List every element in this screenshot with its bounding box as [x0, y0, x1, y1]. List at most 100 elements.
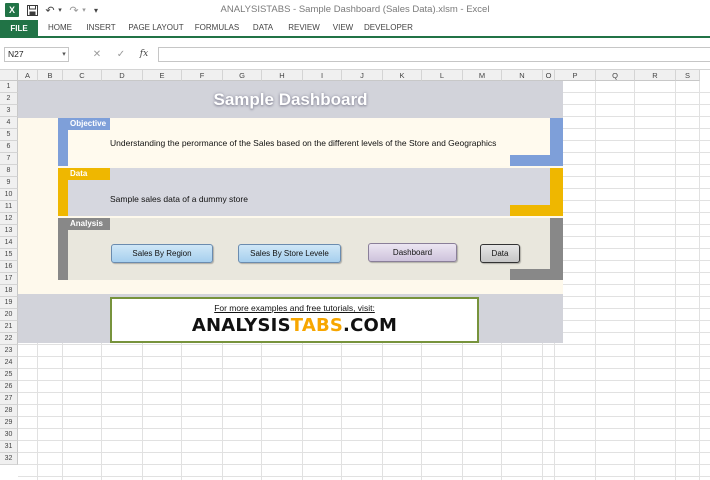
row-header-29[interactable]: 29 [0, 417, 18, 429]
formula-bar-divider [78, 47, 79, 62]
enter-icon[interactable]: ✓ [114, 46, 128, 63]
row-header-4[interactable]: 4 [0, 117, 18, 129]
brand-accent: TABS [290, 315, 344, 336]
cancel-icon[interactable]: ✕ [90, 46, 104, 63]
row-header-17[interactable]: 17 [0, 273, 18, 285]
dashboard-button[interactable]: Dashboard [368, 243, 457, 262]
row-header-6[interactable]: 6 [0, 141, 18, 153]
row-header-30[interactable]: 30 [0, 429, 18, 441]
column-header-r[interactable]: R [635, 70, 676, 81]
tab-home[interactable]: HOME [44, 20, 76, 36]
row-header-24[interactable]: 24 [0, 357, 18, 369]
row-header-3[interactable]: 3 [0, 105, 18, 117]
row-header-31[interactable]: 31 [0, 441, 18, 453]
tab-review[interactable]: REVIEW [287, 20, 321, 36]
column-header-n[interactable]: N [502, 70, 543, 81]
data-label: Data [58, 168, 110, 180]
data-section [58, 168, 563, 216]
column-header-c[interactable]: C [63, 70, 102, 81]
save-icon[interactable] [26, 3, 38, 17]
column-header-m[interactable]: M [463, 70, 502, 81]
tab-data[interactable]: DATA [249, 20, 277, 36]
sales-by-region-button[interactable]: Sales By Region [111, 244, 213, 263]
row-header-22[interactable]: 22 [0, 333, 18, 345]
column-header-o[interactable]: O [543, 70, 555, 81]
select-all-corner[interactable] [0, 70, 18, 81]
tab-developer[interactable]: DEVELOPER [364, 20, 413, 36]
column-header-k[interactable]: K [383, 70, 422, 81]
row-header-5[interactable]: 5 [0, 129, 18, 141]
gridline [595, 81, 596, 480]
column-header-a[interactable]: A [18, 70, 38, 81]
redo-dropdown-icon[interactable]: ▾ [80, 3, 88, 17]
formula-input[interactable] [158, 47, 710, 62]
data-text: Sample sales data of a dummy store [110, 194, 248, 204]
formula-bar: N27 ▾ ✕ ✓ fx [0, 40, 710, 70]
row-header-10[interactable]: 10 [0, 189, 18, 201]
sales-by-store-level-button[interactable]: Sales By Store Levele [238, 244, 341, 263]
row-header-16[interactable]: 16 [0, 261, 18, 273]
undo-icon[interactable]: ↶ [44, 3, 56, 17]
column-header-q[interactable]: Q [596, 70, 635, 81]
tab-page-layout[interactable]: PAGE LAYOUT [128, 20, 184, 36]
name-box-dropdown-icon[interactable]: ▾ [59, 47, 69, 62]
tab-insert[interactable]: INSERT [84, 20, 118, 36]
column-header-i[interactable]: I [303, 70, 342, 81]
row-header-2[interactable]: 2 [0, 93, 18, 105]
gridline [699, 81, 700, 480]
column-header-d[interactable]: D [102, 70, 143, 81]
row-header-12[interactable]: 12 [0, 213, 18, 225]
column-header-l[interactable]: L [422, 70, 463, 81]
row-header-13[interactable]: 13 [0, 225, 18, 237]
gridline [675, 81, 676, 480]
column-header-p[interactable]: P [555, 70, 596, 81]
column-header-g[interactable]: G [223, 70, 262, 81]
brand-prefix: ANALYSIS [191, 315, 291, 336]
row-header-14[interactable]: 14 [0, 237, 18, 249]
window-title: ANALYSISTABS - Sample Dashboard (Sales D… [220, 4, 490, 15]
row-header-9[interactable]: 9 [0, 177, 18, 189]
brand-suffix: .COM [343, 315, 398, 336]
title-bar: X ↶ ▾ ↷ ▾ ▾ ANALYSISTABS - Sample Dashbo… [0, 0, 710, 20]
row-header-25[interactable]: 25 [0, 369, 18, 381]
analysis-label: Analysis [58, 218, 110, 230]
column-header-s[interactable]: S [676, 70, 700, 81]
row-header-21[interactable]: 21 [0, 321, 18, 333]
column-header-f[interactable]: F [182, 70, 223, 81]
excel-logo-icon: X [5, 3, 19, 17]
row-header-28[interactable]: 28 [0, 405, 18, 417]
tab-view[interactable]: VIEW [330, 20, 356, 36]
objective-corner-bracket-foot [510, 155, 563, 166]
excel-window: X ↶ ▾ ↷ ▾ ▾ ANALYSISTABS - Sample Dashbo… [0, 0, 710, 480]
row-header-26[interactable]: 26 [0, 381, 18, 393]
promo-caption[interactable]: For more examples and free tutorials, vi… [110, 303, 479, 313]
column-header-j[interactable]: J [342, 70, 383, 81]
column-header-b[interactable]: B [38, 70, 63, 81]
dashboard-title: Sample Dashboard [213, 90, 368, 109]
row-header-7[interactable]: 7 [0, 153, 18, 165]
row-header-1[interactable]: 1 [0, 81, 18, 93]
objective-text: Understanding the perormance of the Sale… [110, 138, 497, 148]
row-header-15[interactable]: 15 [0, 249, 18, 261]
row-header-20[interactable]: 20 [0, 309, 18, 321]
data-corner-bracket-foot [510, 205, 563, 216]
data-button[interactable]: Data [480, 244, 520, 263]
row-header-23[interactable]: 23 [0, 345, 18, 357]
column-header-e[interactable]: E [143, 70, 182, 81]
row-header-11[interactable]: 11 [0, 201, 18, 213]
redo-icon[interactable]: ↷ [68, 3, 80, 17]
row-header-32[interactable]: 32 [0, 453, 18, 465]
analysis-corner-bracket-foot [510, 269, 563, 280]
gridline [634, 81, 635, 480]
insert-function-icon[interactable]: fx [137, 46, 151, 63]
promo-brand-link[interactable]: ANALYSISTABS.COM [110, 315, 479, 336]
customize-toolbar-icon[interactable]: ▾ [92, 3, 100, 17]
tab-file[interactable]: FILE [0, 20, 38, 38]
row-header-27[interactable]: 27 [0, 393, 18, 405]
row-header-19[interactable]: 19 [0, 297, 18, 309]
undo-dropdown-icon[interactable]: ▾ [56, 3, 64, 17]
row-header-8[interactable]: 8 [0, 165, 18, 177]
column-header-h[interactable]: H [262, 70, 303, 81]
tab-formulas[interactable]: FORMULAS [194, 20, 240, 36]
row-header-18[interactable]: 18 [0, 285, 18, 297]
